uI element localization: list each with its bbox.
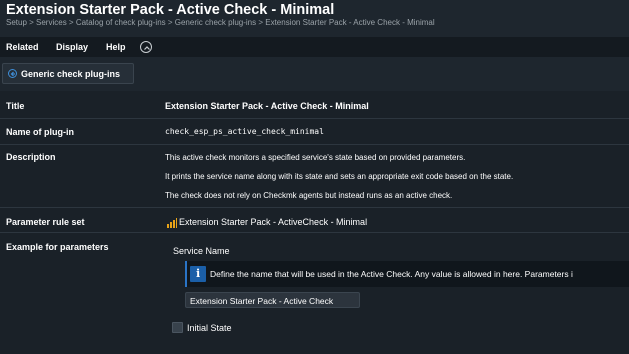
menu-display[interactable]: Display bbox=[56, 42, 88, 52]
row-divider bbox=[0, 207, 629, 208]
info-text: Define the name that will be used in the… bbox=[210, 269, 573, 279]
service-name-field[interactable]: Extension Starter Pack - Active Check bbox=[185, 292, 360, 308]
ruleset-label: Parameter rule set bbox=[6, 217, 85, 227]
chevron-up-icon[interactable] bbox=[140, 41, 152, 53]
description-line: It prints the service name along with it… bbox=[165, 172, 514, 181]
menu-bar: Related Display Help bbox=[0, 37, 629, 57]
info-icon: i bbox=[190, 266, 206, 282]
info-box: i Define the name that will be used in t… bbox=[185, 261, 629, 287]
page-title: Extension Starter Pack - Active Check - … bbox=[6, 2, 335, 18]
back-button-label: Generic check plug-ins bbox=[21, 69, 121, 79]
title-label: Title bbox=[6, 101, 25, 111]
plugin-name-value: check_esp_ps_active_check_minimal bbox=[165, 127, 324, 136]
initial-state-checkbox[interactable] bbox=[172, 322, 183, 333]
generic-check-plugins-button[interactable]: Generic check plug-ins bbox=[2, 63, 134, 84]
example-label: Example for parameters bbox=[6, 242, 109, 252]
menu-help[interactable]: Help bbox=[106, 42, 126, 52]
row-divider bbox=[0, 232, 629, 233]
description-line: This active check monitors a specified s… bbox=[165, 153, 466, 162]
circle-arrow-left-icon bbox=[8, 69, 17, 78]
ruleset-link[interactable]: Extension Starter Pack - ActiveCheck - M… bbox=[179, 217, 367, 227]
row-divider bbox=[0, 144, 629, 145]
page-header: Extension Starter Pack - Active Check - … bbox=[0, 0, 629, 36]
service-name-label: Service Name bbox=[173, 246, 230, 256]
ruleset-bars-icon bbox=[167, 218, 177, 228]
title-value: Extension Starter Pack - Active Check - … bbox=[165, 101, 369, 111]
breadcrumb[interactable]: Setup > Services > Catalog of check plug… bbox=[6, 18, 435, 27]
service-name-value: Extension Starter Pack - Active Check bbox=[190, 296, 334, 306]
description-label: Description bbox=[6, 152, 56, 162]
description-line: The check does not rely on Checkmk agent… bbox=[165, 191, 453, 200]
menu-related[interactable]: Related bbox=[6, 42, 39, 52]
initial-state-label: Initial State bbox=[187, 323, 232, 333]
plugin-name-label: Name of plug-in bbox=[6, 127, 74, 137]
row-divider bbox=[0, 118, 629, 119]
